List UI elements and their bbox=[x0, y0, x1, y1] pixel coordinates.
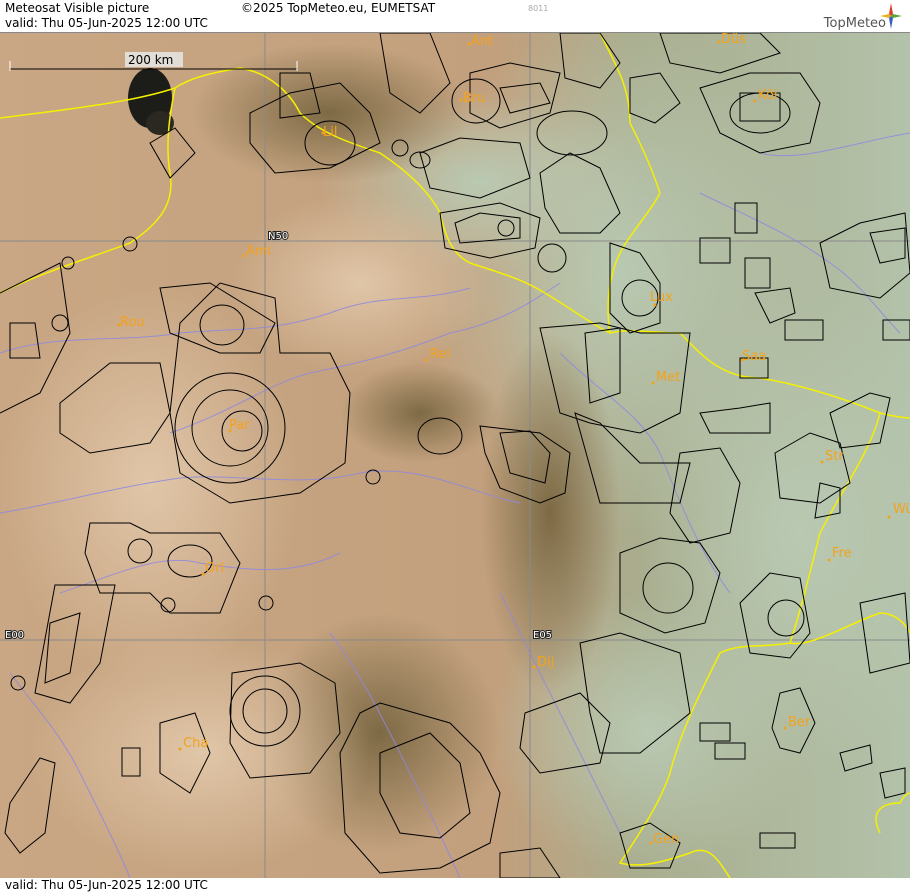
lon-label-e00: E00 bbox=[5, 630, 24, 641]
city-orl[interactable]: Orl bbox=[205, 561, 224, 576]
city-rou[interactable]: Rou bbox=[120, 315, 145, 330]
city-saa[interactable]: Saa bbox=[742, 349, 766, 364]
image-code: 8011 bbox=[528, 4, 549, 13]
copyright-text: ©2025 TopMeteo.eu, EUMETSAT bbox=[241, 1, 436, 15]
satellite-map[interactable]: 200 km N50 E00 E05 Ant Düs Bru Köl Lil A… bbox=[0, 33, 910, 878]
city-gen[interactable]: Gen bbox=[653, 832, 679, 847]
city-ber[interactable]: Ber bbox=[788, 715, 811, 730]
header-bar: Meteosat Visible picture valid: Thu 05-J… bbox=[0, 0, 910, 33]
lon-label-e05: E05 bbox=[533, 630, 552, 641]
brand-logo-text: TopMeteo bbox=[823, 16, 886, 31]
city-ant[interactable]: Ant bbox=[471, 34, 493, 49]
city-lil[interactable]: Lil bbox=[323, 125, 337, 140]
lat-label-n50: N50 bbox=[268, 231, 288, 242]
footer-valid-time: valid: Thu 05-Jun-2025 12:00 UTC bbox=[5, 878, 208, 892]
city-rei[interactable]: Rei bbox=[430, 347, 450, 362]
city-met[interactable]: Met bbox=[656, 370, 680, 385]
product-title: Meteosat Visible picture bbox=[5, 1, 150, 15]
city-par[interactable]: Par bbox=[229, 418, 250, 433]
city-fre[interactable]: Fre bbox=[832, 546, 852, 561]
footer-bar: valid: Thu 05-Jun-2025 12:00 UTC bbox=[0, 878, 910, 893]
city-dus[interactable]: Düs bbox=[721, 33, 746, 47]
city-str[interactable]: Str bbox=[825, 449, 844, 464]
compass-logo-icon bbox=[880, 3, 902, 29]
city-bru[interactable]: Bru bbox=[463, 91, 486, 106]
city-ami[interactable]: Ami bbox=[246, 244, 271, 259]
map-viewer: Meteosat Visible picture valid: Thu 05-J… bbox=[0, 0, 910, 893]
satellite-imagery bbox=[0, 33, 910, 878]
city-dij[interactable]: Dij bbox=[537, 655, 554, 670]
city-wu[interactable]: Wü bbox=[893, 502, 910, 517]
city-kol[interactable]: Köl bbox=[758, 88, 777, 103]
city-lux[interactable]: Lux bbox=[650, 290, 673, 305]
scale-label: 200 km bbox=[128, 53, 173, 67]
city-cha[interactable]: Cha bbox=[183, 736, 208, 751]
valid-time: valid: Thu 05-Jun-2025 12:00 UTC bbox=[5, 16, 208, 30]
